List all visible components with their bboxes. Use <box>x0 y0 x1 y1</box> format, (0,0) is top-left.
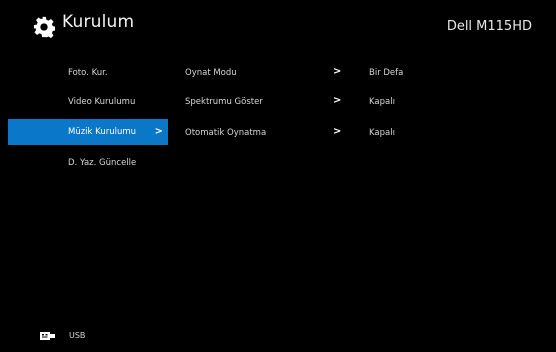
device-model: Dell M115HD <box>446 19 532 34</box>
chevron-right-icon: > <box>333 95 342 106</box>
gear-icon <box>33 16 55 38</box>
menu-item-d-yaz-guncelle[interactable]: D. Yaz. Güncelle <box>0 150 170 176</box>
setting-row-spektrumu-goster[interactable]: Spektrumu Göster > Kapalı <box>0 89 556 115</box>
setting-value: Bir Defa <box>369 68 404 78</box>
setting-name: Spektrumu Göster <box>185 97 263 107</box>
setting-name: Oynat Modu <box>185 68 237 78</box>
setting-name: Otomatik Oynatma <box>185 128 267 138</box>
setting-row-otomatik-oynatma[interactable]: Otomatik Oynatma > Kapalı <box>0 120 556 146</box>
menu-item-label: D. Yaz. Güncelle <box>68 158 137 168</box>
setting-value: Kapalı <box>369 128 395 138</box>
usb-icon <box>40 332 55 340</box>
header: Kurulum Dell M115HD <box>0 0 556 46</box>
source-label: USB <box>69 331 86 340</box>
chevron-right-icon: > <box>333 66 342 77</box>
page-title: Kurulum <box>62 12 135 32</box>
setting-value: Kapalı <box>369 97 395 107</box>
chevron-right-icon: > <box>333 126 342 137</box>
setting-row-oynat-modu[interactable]: Oynat Modu > Bir Defa <box>0 60 556 86</box>
